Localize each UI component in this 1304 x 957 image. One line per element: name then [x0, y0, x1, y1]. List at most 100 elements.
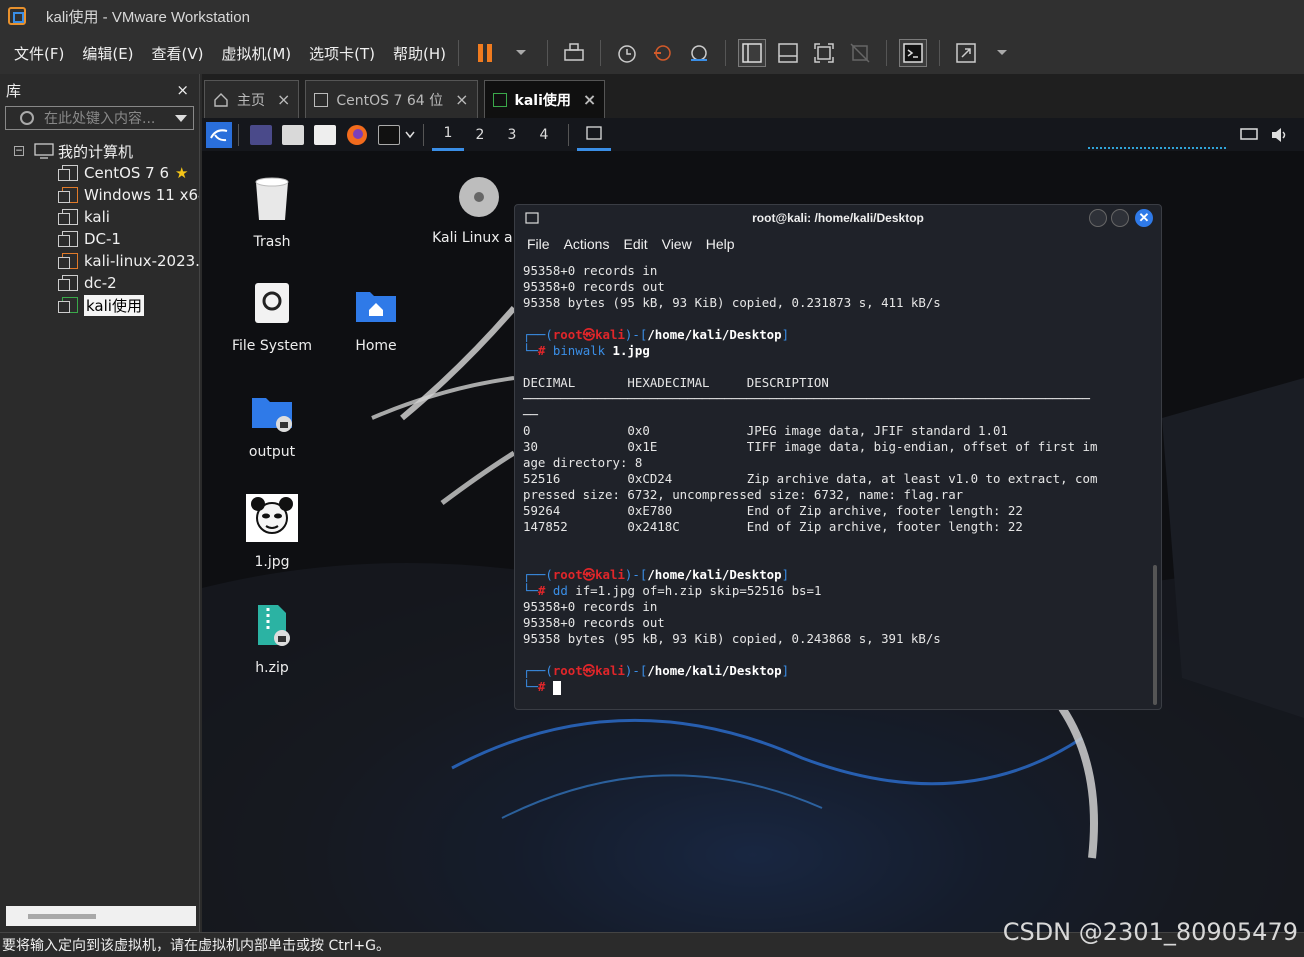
snapshot-manager-button[interactable] [685, 39, 713, 67]
vm-running-icon [58, 297, 78, 313]
prompt-line: ┌──(root㉿kali)-[/home/kali/Desktop] [523, 663, 790, 678]
show-desktop-icon[interactable] [250, 124, 272, 145]
stretch-dropdown-button[interactable] [988, 39, 1016, 67]
workspace-2[interactable]: 2 [464, 118, 496, 151]
workspace-4[interactable]: 4 [528, 118, 560, 151]
tree-vm-kali-use[interactable]: kali使用 [0, 294, 199, 316]
library-close-button[interactable]: × [176, 81, 189, 99]
prompt-path: /home/kali/Desktop [647, 327, 782, 342]
terminal-output[interactable]: 95358+0 records in 95358+0 records out 953… [515, 257, 1161, 695]
collapse-toggle-icon[interactable]: − [14, 146, 24, 156]
prompt-path: /home/kali/Desktop [647, 567, 782, 582]
display-icon[interactable] [1240, 127, 1258, 142]
chevron-down-icon[interactable] [405, 131, 415, 139]
tab-close-button[interactable]: × [583, 90, 596, 109]
desktop-icon-filesystem[interactable]: File System [217, 282, 327, 354]
tree-vm-centos[interactable]: CentOS 7 6 ★ [0, 162, 199, 184]
vm-icon [58, 209, 78, 225]
tab-label: CentOS 7 64 位 [336, 92, 444, 109]
tab-close-button[interactable]: × [277, 90, 290, 109]
tree-root[interactable]: − 我的计算机 [0, 140, 199, 162]
terminal-window[interactable]: root@kali: /home/kali/Desktop ✕ File Act… [514, 204, 1162, 710]
tab-close-button[interactable]: × [455, 90, 468, 109]
prompt-path: /home/kali/Desktop [647, 663, 782, 678]
unity-button[interactable] [846, 39, 874, 67]
terminal-menu-help[interactable]: Help [706, 236, 735, 252]
terminal-menu-edit[interactable]: Edit [623, 236, 647, 252]
tab-kali-use[interactable]: kali使用 × [483, 80, 606, 118]
text-editor-icon[interactable] [314, 124, 336, 145]
terminal-menubar: File Actions Edit View Help [515, 231, 1161, 257]
tree-vm-dc1[interactable]: DC-1 [0, 228, 199, 250]
output-line: 95358+0 records in [523, 599, 658, 614]
library-search-input[interactable]: 在此处键入内容... [5, 106, 194, 130]
stretch-guest-button[interactable] [952, 39, 980, 67]
library-title: 库 [6, 81, 22, 100]
command-args: if=1.jpg of=h.zip skip=52516 bs=1 [575, 583, 822, 598]
taskbar-terminal-button[interactable] [577, 118, 611, 151]
menu-edit[interactable]: 编辑(E) [82, 43, 133, 64]
tree-vm-dc2[interactable]: dc-2 [0, 272, 199, 294]
menu-file[interactable]: 文件(F) [14, 43, 64, 64]
window-titlebar: kali使用 - VMware Workstation [0, 0, 1304, 32]
firefox-icon[interactable] [346, 124, 368, 146]
menu-view[interactable]: 查看(V) [152, 43, 204, 64]
table-row: pressed size: 6732, uncompressed size: 6… [523, 487, 964, 502]
terminal-menu-view[interactable]: View [662, 236, 692, 252]
desktop-icon-label: output [248, 444, 296, 460]
menu-vm[interactable]: 虚拟机(M) [222, 43, 292, 64]
vm-label: CentOS 7 6 [84, 164, 170, 182]
toolbar-divider [886, 40, 888, 66]
menu-tabs[interactable]: 选项卡(T) [309, 43, 375, 64]
table-rule: ── [523, 407, 538, 422]
full-screen-button[interactable] [810, 39, 838, 67]
vm-icon [58, 275, 78, 291]
tree-vm-kali-2023[interactable]: kali-linux-2023.3 [0, 250, 199, 272]
vm-label: kali-linux-2023.3 [84, 252, 199, 270]
terminal-titlebar[interactable]: root@kali: /home/kali/Desktop ✕ [515, 205, 1161, 231]
terminal-menu-file[interactable]: File [527, 236, 550, 252]
desktop-icon-zip[interactable]: h.zip [217, 604, 327, 676]
snapshot-button[interactable] [613, 39, 641, 67]
desktop-icon-jpg[interactable]: 1.jpg [217, 494, 327, 570]
terminal-scrollbar[interactable] [1153, 565, 1157, 705]
menu-help[interactable]: 帮助(H) [393, 43, 446, 64]
watermark: CSDN @2301_80905479 [1002, 918, 1298, 946]
scrollbar-thumb[interactable] [28, 914, 96, 919]
command-line[interactable]: └─# [523, 679, 1161, 695]
workspace-3[interactable]: 3 [496, 118, 528, 151]
desktop-icon-trash[interactable]: Trash [217, 176, 327, 250]
guest-screen[interactable]: 1 2 3 4 Trash Kali Linux a... File Syste… [202, 118, 1304, 932]
tab-home[interactable]: 主页 × [204, 80, 300, 118]
prompt-line: ┌──(root㉿kali)-[/home/kali/Desktop] [523, 567, 790, 582]
chevron-down-icon[interactable] [175, 114, 187, 122]
volume-icon[interactable] [1270, 127, 1288, 143]
revert-snapshot-button[interactable] [649, 39, 677, 67]
terminal-menu-actions[interactable]: Actions [564, 236, 610, 252]
thumbnail-bar-button[interactable] [774, 39, 802, 67]
minimize-button[interactable] [1089, 209, 1107, 227]
chevron-down-icon [997, 50, 1008, 55]
desktop-icon-output[interactable]: output [217, 392, 327, 460]
kali-menu-icon[interactable] [206, 121, 232, 148]
tab-label: 主页 [237, 92, 265, 109]
pause-dropdown-button[interactable] [507, 39, 535, 67]
pause-button[interactable] [471, 39, 499, 67]
tree-vm-kali[interactable]: kali [0, 206, 199, 228]
tree-vm-windows[interactable]: Windows 11 x64 [0, 184, 199, 206]
prompt-line: ┌──(root㉿kali)-[/home/kali/Desktop] [523, 327, 790, 342]
send-ctrl-alt-del-button[interactable] [560, 39, 588, 67]
library-hscrollbar[interactable] [6, 906, 196, 926]
close-icon[interactable]: ✕ [1135, 209, 1153, 227]
toolbar-divider [547, 40, 549, 66]
home-folder-icon [356, 292, 396, 322]
terminal-launcher-icon[interactable] [378, 124, 400, 145]
workspace-1[interactable]: 1 [432, 118, 464, 151]
tab-centos[interactable]: CentOS 7 64 位 × [305, 80, 478, 118]
file-manager-icon[interactable] [282, 124, 304, 145]
desktop-icon-home[interactable]: Home [321, 286, 431, 354]
console-view-button[interactable] [899, 39, 928, 67]
maximize-button[interactable] [1111, 209, 1129, 227]
tab-label: kali使用 [514, 92, 571, 109]
show-library-button[interactable] [738, 39, 767, 67]
